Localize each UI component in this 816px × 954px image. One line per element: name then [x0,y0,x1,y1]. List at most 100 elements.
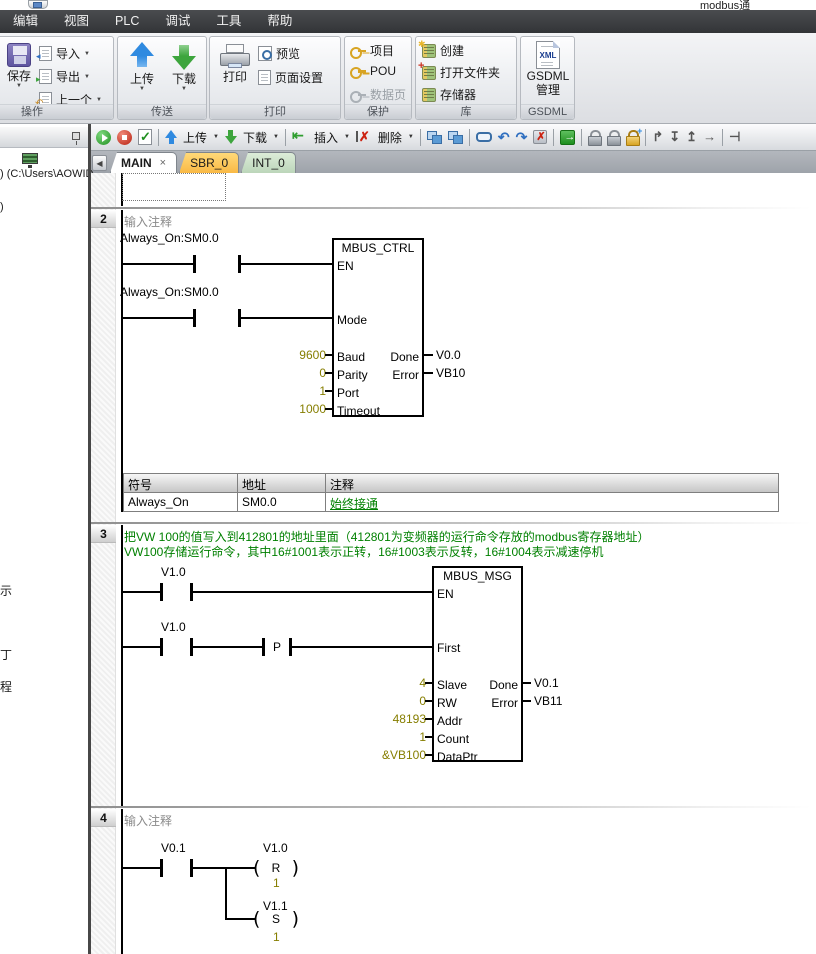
print-button[interactable]: 打印 [216,44,254,85]
menu-help[interactable]: 帮助 [254,10,305,33]
param-value[interactable]: 0 [340,694,426,708]
delete-icon[interactable] [356,130,372,144]
download-dropdown[interactable]: ▼ [273,134,279,140]
line-left-tool-icon[interactable]: ↥ [686,130,697,144]
contact-always-on-2[interactable] [193,309,241,327]
library-create-icon [422,44,436,58]
tab-scroll-left-button[interactable]: ◀ [92,155,107,171]
contact-always-on-1[interactable] [193,255,241,273]
download-button[interactable]: 下载 ▼ [164,42,204,92]
download-toolbar-button[interactable]: 下载 [243,129,267,146]
contact-v10-1[interactable] [160,583,193,601]
menu-edit[interactable]: 编辑 [0,10,51,33]
tab-close-icon[interactable]: × [160,157,166,169]
pin-icon[interactable] [72,132,80,140]
pou-view-icon[interactable] [427,131,442,144]
symbol-table-row[interactable]: Always_On SM0.0 始终接通 [124,493,778,512]
mbus-ctrl-block[interactable]: MBUS_CTRL EN Mode Baud Parity Port Timeo… [332,238,424,417]
mbus-msg-block[interactable]: MBUS_MSG EN First Slave RW Addr Count Da… [432,566,523,762]
edge-contact-p[interactable]: P [262,638,292,656]
param-value[interactable]: 48193 [340,712,426,726]
communications-icon[interactable] [22,153,38,164]
menu-view[interactable]: 视图 [51,10,102,33]
output-address[interactable]: V0.0 [436,348,461,362]
contact-tool-icon[interactable]: ⊣ [729,130,740,144]
line-up-tool-icon[interactable]: ↱ [652,130,663,144]
lib-create-button[interactable]: 创建 [422,42,464,59]
col-symbol[interactable]: 符号 [124,474,238,493]
tree-item-fragment[interactable]: 丁 [0,646,12,663]
network-comment-line2[interactable]: VW100存储运行命令，其中16#1001表示正转，16#1003表示反转，16… [124,543,604,560]
upload-dropdown[interactable]: ▼ [213,134,219,140]
upload-toolbar-button[interactable]: 上传 [183,129,207,146]
network-number[interactable]: 3 [91,525,116,543]
export-button[interactable]: 导出▼ [39,68,90,85]
lock-icon[interactable] [588,130,601,145]
delete-dropdown[interactable]: ▼ [408,134,414,140]
box-tool-icon[interactable] [476,132,492,142]
gsdml-manage-button[interactable]: GSDML 管理 [528,41,568,98]
network-number[interactable]: 4 [91,809,116,827]
network-view-icon[interactable] [448,131,463,144]
unlock-icon[interactable] [607,130,620,145]
col-address[interactable]: 地址 [238,474,326,493]
goto-icon[interactable] [560,130,575,145]
redo-icon[interactable]: ↷ [516,130,528,144]
address-stamp-icon[interactable] [533,130,547,144]
pin-en: EN [337,259,354,273]
project-tree-panel: ) (C:\Users\AOWID ) 示 丁 程 [0,124,88,954]
param-value[interactable]: 1000 [250,402,326,416]
project-root-item[interactable]: ) (C:\Users\AOWID [0,168,94,180]
tab-main[interactable]: MAIN × [110,152,177,173]
tree-item-fragment[interactable]: 示 [0,582,12,599]
output-address[interactable]: VB10 [436,366,465,380]
tree-item-fragment[interactable]: 程 [0,678,12,695]
compile-button[interactable] [138,129,152,145]
contact-v01[interactable] [160,859,193,877]
upload-small-icon[interactable] [165,130,177,144]
line-down-tool-icon[interactable]: ↧ [669,130,680,144]
download-small-icon[interactable] [225,130,237,144]
delete-button[interactable]: 删除 [378,129,402,146]
output-address[interactable]: VB11 [534,694,562,708]
output-address[interactable]: V0.1 [534,676,559,690]
tree-item-fragment[interactable]: ) [0,201,4,213]
param-value[interactable]: 1 [340,730,426,744]
protect-pou-button[interactable]: POU [350,64,396,78]
set-coil[interactable]: ( S ) [253,908,299,930]
lib-open-folder-button[interactable]: 打开文件夹 [422,64,500,81]
line-right-tool-icon[interactable]: → [703,130,716,144]
tab-int0[interactable]: INT_0 [241,152,296,173]
insert-icon[interactable] [292,130,308,144]
lib-memory-button[interactable]: 存储器 [422,86,476,103]
protect-project-button[interactable]: 项目 [350,42,394,59]
run-button[interactable] [96,130,111,145]
menu-plc[interactable]: PLC [102,10,152,33]
preview-button[interactable]: 预览 [258,45,300,62]
insert-dropdown[interactable]: ▼ [344,134,350,140]
page-setup-button[interactable]: 页面设置 [258,69,323,86]
col-comment[interactable]: 注释 [326,474,778,493]
coil-operand[interactable]: 1 [273,930,280,944]
stop-button[interactable] [117,130,132,145]
network-number[interactable]: 2 [91,210,116,228]
menu-debug[interactable]: 调试 [152,10,203,33]
network-comment[interactable]: 输入注释 [124,213,172,230]
param-value[interactable]: 9600 [250,348,326,362]
undo-icon[interactable]: ↶ [498,130,510,144]
upload-button[interactable]: 上传 ▼ [122,42,162,92]
param-value[interactable]: 0 [250,366,326,380]
param-value[interactable]: 1 [250,384,326,398]
lock-add-icon[interactable]: + [626,130,639,145]
quick-access-icon[interactable] [28,0,48,9]
coil-operand[interactable]: 1 [273,876,280,890]
network-comment[interactable]: 输入注释 [124,812,172,829]
insert-button[interactable]: 插入 [314,129,338,146]
tab-sbr0[interactable]: SBR_0 [179,152,239,173]
import-button[interactable]: 导入▼ [39,45,90,62]
param-value[interactable]: &VB100 [340,748,426,762]
contact-v10-2[interactable] [160,638,193,656]
menu-tools[interactable]: 工具 [203,10,254,33]
param-value[interactable]: 4 [340,676,426,690]
save-button[interactable]: 保存 ▼ [1,43,37,89]
